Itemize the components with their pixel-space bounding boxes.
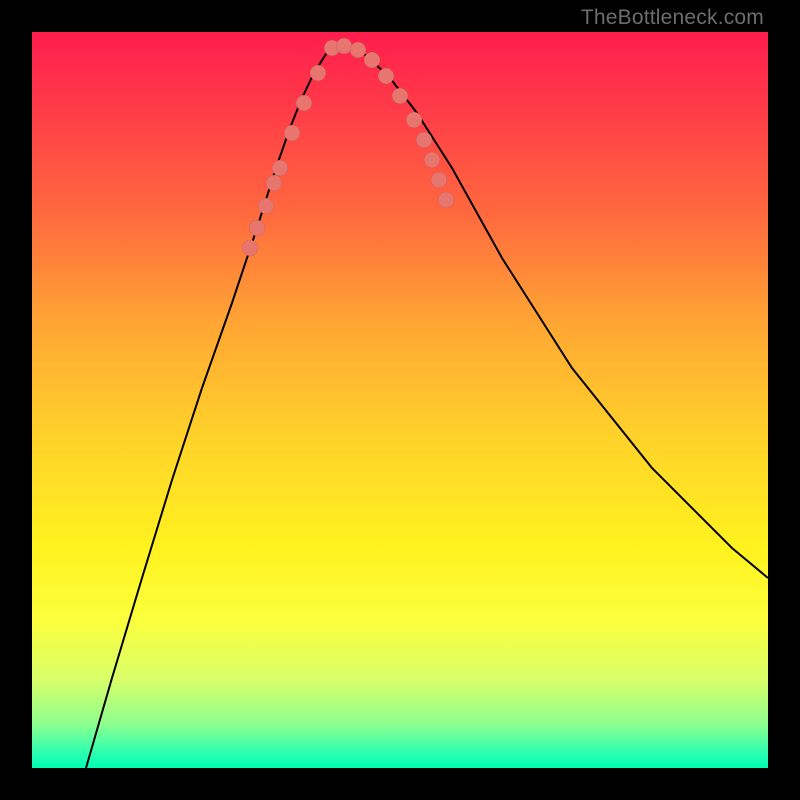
marker-dot xyxy=(296,95,312,111)
marker-dot xyxy=(242,240,258,256)
marker-dot xyxy=(378,68,394,84)
marker-dot xyxy=(284,125,300,141)
marker-dot xyxy=(406,112,422,128)
dots-group xyxy=(242,38,454,256)
plot-area xyxy=(32,32,768,768)
marker-dot xyxy=(438,192,454,208)
right-curve xyxy=(332,46,768,578)
marker-dot xyxy=(249,220,265,236)
chart-svg xyxy=(32,32,768,768)
marker-dot xyxy=(272,160,288,176)
left-curve xyxy=(86,46,332,768)
marker-dot xyxy=(336,38,352,54)
marker-dot xyxy=(258,198,274,214)
marker-dot xyxy=(424,152,440,168)
marker-dot xyxy=(364,52,380,68)
watermark-text: TheBottleneck.com xyxy=(581,6,764,30)
marker-dot xyxy=(310,65,326,81)
chart-frame: TheBottleneck.com xyxy=(0,0,800,800)
marker-dot xyxy=(266,175,282,191)
marker-dot xyxy=(431,172,447,188)
marker-dot xyxy=(416,132,432,148)
marker-dot xyxy=(350,42,366,58)
marker-dot xyxy=(392,88,408,104)
